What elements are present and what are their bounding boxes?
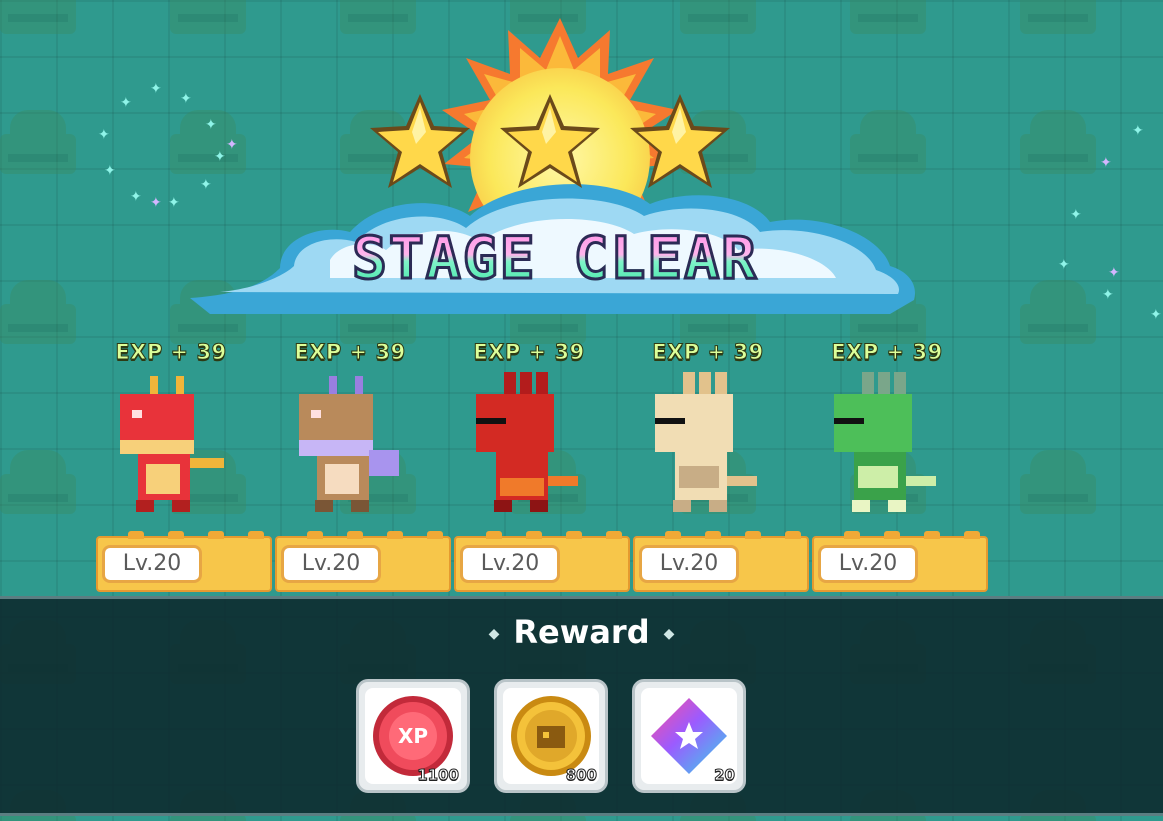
reward-item-gem[interactable]: 20 — [632, 679, 746, 793]
diamond-icon: ◆ — [663, 626, 675, 642]
level-slot: Lv.20 — [454, 531, 630, 592]
dragon-character-icon — [120, 376, 224, 512]
reward-heading: ◆ Reward ◆ — [0, 613, 1163, 651]
level-slot: Lv.20 — [633, 531, 809, 592]
dragon-character-icon — [476, 372, 578, 512]
reward-quantity: 800 — [565, 766, 597, 785]
stage-clear-banner: STAGE CLEAR — [190, 18, 920, 318]
level-slot: Lv.20 — [96, 531, 272, 592]
reward-panel: ◆ Reward ◆ XP 1100 800 20 — [0, 596, 1163, 816]
background-tile — [1020, 280, 1096, 344]
reward-item-coin[interactable]: 800 — [494, 679, 608, 793]
reward-item-xp[interactable]: XP 1100 — [356, 679, 470, 793]
star-icon-2 — [500, 94, 600, 188]
exp-gain-label: EXP + 39 — [115, 340, 227, 365]
background-tile — [0, 0, 76, 34]
exp-gain-label: EXP + 39 — [831, 340, 943, 365]
level-badge: Lv.20 — [281, 545, 381, 583]
background-tile — [0, 450, 76, 514]
reward-title: Reward — [513, 613, 650, 651]
level-bar: Lv.20 Lv.20 Lv.20 Lv.20 Lv.20 — [96, 531, 1008, 594]
background-tile — [1020, 110, 1096, 174]
stage-clear-title: STAGE CLEAR — [190, 223, 920, 294]
diamond-icon: ◆ — [488, 626, 500, 642]
level-badge: Lv.20 — [460, 545, 560, 583]
level-badge: Lv.20 — [102, 545, 202, 583]
level-badge: Lv.20 — [639, 545, 739, 583]
exp-gain-label: EXP + 39 — [473, 340, 585, 365]
level-slot: Lv.20 — [812, 531, 988, 592]
xp-label: XP — [397, 724, 429, 748]
dragon-character-icon — [655, 372, 757, 512]
background-tile — [1020, 450, 1096, 514]
reward-quantity: 20 — [714, 766, 736, 785]
star-icon-1 — [370, 94, 470, 188]
background-tile — [0, 110, 76, 174]
background-tile — [0, 280, 76, 344]
reward-quantity: 1100 — [417, 766, 460, 785]
exp-gain-label: EXP + 39 — [652, 340, 764, 365]
level-slot: Lv.20 — [275, 531, 451, 592]
background-tile — [1020, 0, 1096, 34]
dragon-character-icon — [834, 372, 936, 512]
dragon-character-icon — [299, 376, 399, 512]
level-badge: Lv.20 — [818, 545, 918, 583]
exp-gain-label: EXP + 39 — [294, 340, 406, 365]
star-icon-3 — [630, 94, 730, 188]
